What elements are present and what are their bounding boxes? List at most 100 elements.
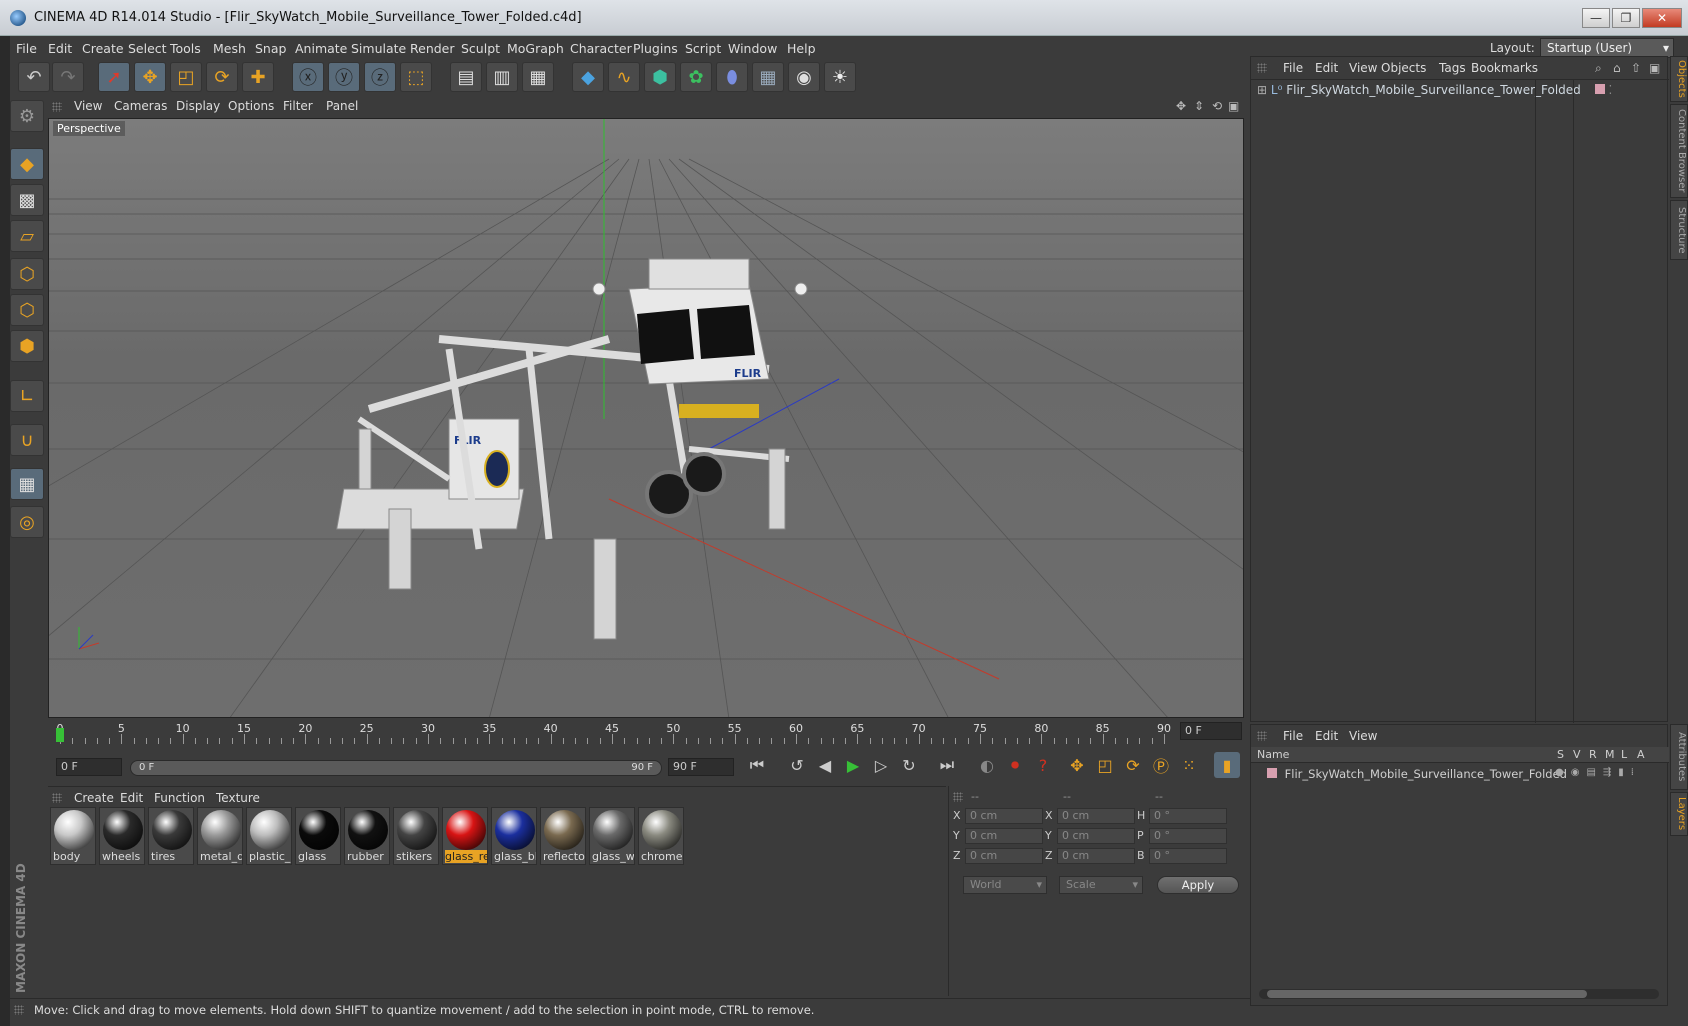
tab-objects[interactable]: Objects — [1670, 56, 1688, 102]
layer-color-swatch[interactable] — [1267, 768, 1277, 778]
planar-workplane-button[interactable]: ◎ — [10, 506, 44, 538]
horizontal-scrollbar[interactable] — [1259, 989, 1659, 999]
material-swatch[interactable]: reflecto — [540, 807, 586, 865]
locked-workplane-button[interactable]: ▦ — [10, 468, 44, 500]
go-to-end-button[interactable]: ⏭ — [934, 752, 960, 778]
keyframe-selection-button[interactable]: ? — [1030, 752, 1056, 778]
add-nurbs-button[interactable]: ⬢ — [644, 62, 676, 92]
add-spline-button[interactable]: ∿ — [608, 62, 640, 92]
menu-plugins[interactable]: Plugins — [633, 41, 678, 56]
objects-menu-objects[interactable]: Objects — [1381, 61, 1426, 75]
tab-attributes[interactable]: Attributes — [1670, 724, 1688, 790]
material-swatch[interactable]: glass — [295, 807, 341, 865]
timeline-scheme-button[interactable]: ▮ — [1214, 752, 1240, 778]
render-view-button[interactable]: ▤ — [450, 62, 482, 92]
tab-content-browser[interactable]: Content Browser — [1670, 104, 1688, 198]
grip-handle[interactable] — [14, 1005, 24, 1015]
viewport-menu-filter[interactable]: Filter — [283, 99, 313, 113]
axis-mode-button[interactable]: ∟ — [10, 380, 44, 412]
objects-menu-tags[interactable]: Tags — [1439, 61, 1466, 75]
grip-handle[interactable] — [1257, 63, 1267, 73]
layers-menu-edit[interactable]: Edit — [1315, 729, 1338, 743]
playhead-marker[interactable] — [56, 728, 64, 742]
next-frame-button[interactable]: ▷ — [868, 752, 894, 778]
coord-value-field[interactable]: 0 cm — [1057, 848, 1135, 864]
frame-range-slider[interactable]: 0 F 90 F — [130, 760, 662, 776]
x-axis-lock-button[interactable]: ⓧ — [292, 62, 324, 92]
minimize-button[interactable]: — — [1582, 8, 1610, 28]
layout-select[interactable]: Startup (User) ▾ — [1540, 38, 1674, 58]
locked-column-header[interactable]: L — [1621, 748, 1627, 761]
start-frame-field[interactable]: 0 F — [56, 758, 122, 776]
menu-character[interactable]: Character — [570, 41, 632, 56]
coord-value-field[interactable]: 0 cm — [1057, 808, 1135, 824]
render-picture-viewer-button[interactable]: ▥ — [486, 62, 518, 92]
menu-edit[interactable]: Edit — [48, 41, 72, 56]
menu-help[interactable]: Help — [787, 41, 816, 56]
previous-key-button[interactable]: ↺ — [784, 752, 810, 778]
make-editable-button[interactable]: ⚙ — [10, 100, 44, 132]
animation-column-header[interactable]: A — [1637, 748, 1645, 761]
record-rotation-button[interactable]: ⟳ — [1120, 752, 1146, 778]
end-frame-field[interactable]: 90 F — [668, 758, 734, 776]
material-menu-function[interactable]: Function — [154, 791, 205, 805]
workplane-mode-button[interactable]: ▱ — [10, 220, 44, 252]
viewport-menu-view[interactable]: View — [74, 99, 102, 113]
material-swatch[interactable]: plastic_( — [246, 807, 292, 865]
layers-menu-file[interactable]: File — [1283, 729, 1303, 743]
render-settings-button[interactable]: ▦ — [522, 62, 554, 92]
menu-tools[interactable]: Tools — [170, 41, 201, 56]
scrollbar-thumb[interactable] — [1267, 990, 1587, 998]
object-row-root[interactable]: ⊞ L⁰ Flir_SkyWatch_Mobile_Surveillance_T… — [1257, 83, 1612, 97]
coord-value-field[interactable]: 0 cm — [965, 828, 1043, 844]
tab-structure[interactable]: Structure — [1670, 200, 1688, 260]
objects-menu-file[interactable]: File — [1283, 61, 1303, 75]
material-swatch[interactable]: rubber — [344, 807, 390, 865]
scale-tool-button[interactable]: ◰ — [170, 62, 202, 92]
manager-column-header[interactable]: M — [1605, 748, 1615, 761]
coord-value-field[interactable]: 0 ° — [1149, 828, 1227, 844]
grip-handle[interactable] — [52, 102, 62, 112]
record-point-level-button[interactable]: ⁙ — [1176, 752, 1202, 778]
coordinate-system-button[interactable]: ⬚ — [400, 62, 432, 92]
current-frame-field[interactable]: 0 F — [1180, 722, 1242, 740]
play-button[interactable]: ▶ — [840, 752, 866, 778]
material-menu-edit[interactable]: Edit — [120, 791, 143, 805]
grip-handle[interactable] — [52, 793, 62, 803]
cinema4d-app-icon[interactable] — [10, 10, 26, 26]
visibility-dots-icon[interactable]: ⁚ — [1608, 83, 1612, 97]
maximize-button[interactable]: ❐ — [1612, 8, 1640, 28]
add-floor-button[interactable]: ▦ — [752, 62, 784, 92]
add-deformer-button[interactable]: ⬮ — [716, 62, 748, 92]
render-column-header[interactable]: R — [1589, 748, 1597, 761]
home-icon[interactable]: ⌂ — [1613, 61, 1621, 75]
coord-value-field[interactable]: 0 cm — [965, 808, 1043, 824]
viewport-menu-panel[interactable]: Panel — [326, 99, 358, 113]
next-key-button[interactable]: ↻ — [896, 752, 922, 778]
material-swatch[interactable]: glass_re — [442, 807, 488, 865]
add-light-button[interactable]: ☀ — [824, 62, 856, 92]
material-swatch[interactable]: chrome — [638, 807, 684, 865]
points-mode-button[interactable]: ⬡ — [10, 258, 44, 290]
new-window-icon[interactable]: ▣ — [1649, 61, 1660, 75]
menu-simulate[interactable]: Simulate — [351, 41, 406, 56]
polygons-mode-button[interactable]: ⬢ — [10, 330, 44, 362]
material-swatch[interactable]: glass_w — [589, 807, 635, 865]
close-button[interactable]: ✕ — [1642, 8, 1682, 28]
model-mode-button[interactable]: ◆ — [10, 148, 44, 180]
layers-menu-view[interactable]: View — [1349, 729, 1377, 743]
grip-handle[interactable] — [1257, 731, 1267, 741]
menu-mesh[interactable]: Mesh — [213, 41, 246, 56]
menu-render[interactable]: Render — [410, 41, 455, 56]
record-parameter-button[interactable]: Ⓟ — [1148, 752, 1174, 778]
objects-menu-view[interactable]: View — [1349, 61, 1377, 75]
pan-view-icon[interactable]: ✥ — [1176, 99, 1186, 113]
rotate-tool-button[interactable]: ⟳ — [206, 62, 238, 92]
coord-value-field[interactable]: 0 cm — [965, 848, 1043, 864]
scale-dropdown[interactable]: Scale ▾ — [1059, 876, 1143, 894]
menu-create[interactable]: Create — [82, 41, 124, 56]
record-scale-button[interactable]: ◰ — [1092, 752, 1118, 778]
add-camera-button[interactable]: ◉ — [788, 62, 820, 92]
objects-menu-edit[interactable]: Edit — [1315, 61, 1338, 75]
coord-value-field[interactable]: 0 ° — [1149, 808, 1227, 824]
